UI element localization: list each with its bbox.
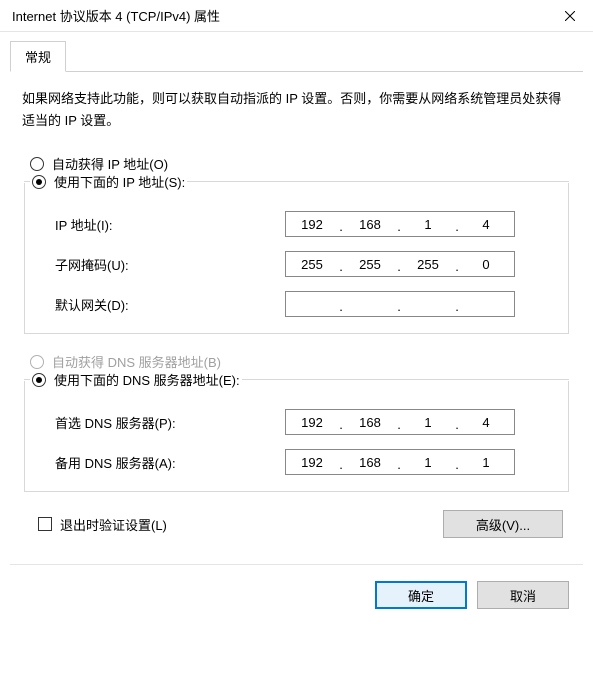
tab-strip: 常规 bbox=[10, 40, 583, 72]
dns-auto-radio-row: 自动获得 DNS 服务器地址(B) bbox=[30, 352, 571, 371]
alternate-dns-row: 备用 DNS 服务器(A): . . . bbox=[55, 449, 554, 475]
default-gateway-label: 默认网关(D): bbox=[55, 295, 285, 314]
bottom-row: 退出时验证设置(L) 高级(V)... bbox=[24, 510, 569, 538]
dialog-buttons: 确定 取消 bbox=[10, 564, 583, 609]
subnet-mask-label: 子网掩码(U): bbox=[55, 255, 285, 274]
adns-octet-1[interactable] bbox=[286, 455, 338, 470]
gw-octet-1[interactable] bbox=[286, 297, 338, 312]
mask-octet-1[interactable] bbox=[286, 257, 338, 272]
radio-icon bbox=[32, 175, 46, 189]
ip-octet-4[interactable] bbox=[460, 217, 512, 232]
gw-octet-4[interactable] bbox=[460, 297, 512, 312]
alternate-dns-input[interactable]: . . . bbox=[285, 449, 515, 475]
radio-icon bbox=[30, 355, 44, 369]
ip-octet-1[interactable] bbox=[286, 217, 338, 232]
validate-checkbox-row[interactable]: 退出时验证设置(L) bbox=[38, 515, 167, 534]
mask-octet-4[interactable] bbox=[460, 257, 512, 272]
advanced-button[interactable]: 高级(V)... bbox=[443, 510, 563, 538]
adns-octet-4[interactable] bbox=[460, 455, 512, 470]
dns-manual-radio-row[interactable]: 使用下面的 DNS 服务器地址(E): bbox=[30, 370, 242, 389]
adns-octet-2[interactable] bbox=[344, 455, 396, 470]
gw-octet-3[interactable] bbox=[402, 297, 454, 312]
ip-manual-radio-row[interactable]: 使用下面的 IP 地址(S): bbox=[30, 172, 187, 191]
window-title: Internet 协议版本 4 (TCP/IPv4) 属性 bbox=[12, 6, 220, 25]
preferred-dns-row: 首选 DNS 服务器(P): . . . bbox=[55, 409, 554, 435]
description-text: 如果网络支持此功能，则可以获取自动指派的 IP 设置。否则，你需要从网络系统管理… bbox=[22, 88, 571, 132]
dns-auto-label: 自动获得 DNS 服务器地址(B) bbox=[52, 352, 221, 371]
close-icon bbox=[565, 11, 575, 21]
adns-octet-3[interactable] bbox=[402, 455, 454, 470]
ip-octet-2[interactable] bbox=[344, 217, 396, 232]
ip-octet-3[interactable] bbox=[402, 217, 454, 232]
pdns-octet-3[interactable] bbox=[402, 415, 454, 430]
tab-general[interactable]: 常规 bbox=[10, 41, 66, 72]
ip-address-label: IP 地址(I): bbox=[55, 215, 285, 234]
subnet-mask-input[interactable]: . . . bbox=[285, 251, 515, 277]
preferred-dns-label: 首选 DNS 服务器(P): bbox=[55, 413, 285, 432]
ip-auto-label: 自动获得 IP 地址(O) bbox=[52, 154, 168, 173]
pdns-octet-2[interactable] bbox=[344, 415, 396, 430]
default-gateway-input[interactable]: . . . bbox=[285, 291, 515, 317]
pdns-octet-4[interactable] bbox=[460, 415, 512, 430]
close-button[interactable] bbox=[547, 0, 593, 32]
titlebar: Internet 协议版本 4 (TCP/IPv4) 属性 bbox=[0, 0, 593, 32]
radio-icon bbox=[32, 373, 46, 387]
gw-octet-2[interactable] bbox=[344, 297, 396, 312]
ip-address-row: IP 地址(I): . . . bbox=[55, 211, 554, 237]
ip-address-input[interactable]: . . . bbox=[285, 211, 515, 237]
dns-manual-group: 使用下面的 DNS 服务器地址(E): 首选 DNS 服务器(P): . . .… bbox=[24, 381, 569, 492]
subnet-mask-row: 子网掩码(U): . . . bbox=[55, 251, 554, 277]
mask-octet-2[interactable] bbox=[344, 257, 396, 272]
preferred-dns-input[interactable]: . . . bbox=[285, 409, 515, 435]
validate-label: 退出时验证设置(L) bbox=[60, 515, 167, 534]
ip-manual-group: 使用下面的 IP 地址(S): IP 地址(I): . . . 子网掩码(U):… bbox=[24, 183, 569, 334]
dns-manual-label: 使用下面的 DNS 服务器地址(E): bbox=[54, 370, 240, 389]
pdns-octet-1[interactable] bbox=[286, 415, 338, 430]
radio-icon bbox=[30, 157, 44, 171]
mask-octet-3[interactable] bbox=[402, 257, 454, 272]
tab-content: 如果网络支持此功能，则可以获取自动指派的 IP 设置。否则，你需要从网络系统管理… bbox=[0, 72, 593, 550]
default-gateway-row: 默认网关(D): . . . bbox=[55, 291, 554, 317]
alternate-dns-label: 备用 DNS 服务器(A): bbox=[55, 453, 285, 472]
ip-manual-label: 使用下面的 IP 地址(S): bbox=[54, 172, 185, 191]
checkbox-icon bbox=[38, 517, 52, 531]
cancel-button[interactable]: 取消 bbox=[477, 581, 569, 609]
ip-auto-radio-row[interactable]: 自动获得 IP 地址(O) bbox=[30, 154, 571, 173]
ok-button[interactable]: 确定 bbox=[375, 581, 467, 609]
